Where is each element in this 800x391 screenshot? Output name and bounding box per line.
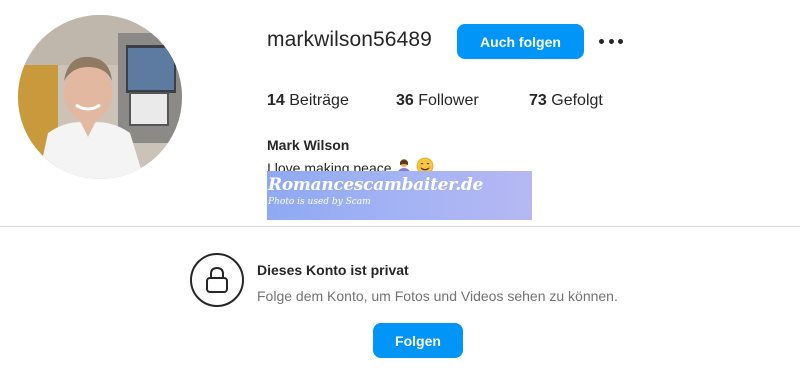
lock-icon xyxy=(190,253,244,307)
follow-button[interactable]: Folgen xyxy=(373,323,463,358)
more-options-icon[interactable] xyxy=(597,30,625,52)
dot-icon xyxy=(618,38,623,44)
private-account-title: Dieses Konto ist privat xyxy=(257,262,409,278)
following-label: Gefolgt xyxy=(551,92,603,109)
stat-posts: 14 Beiträge xyxy=(267,92,349,110)
profile-full-name: Mark Wilson xyxy=(267,137,350,153)
following-count: 73 xyxy=(529,92,547,109)
profile-username: markwilson56489 xyxy=(267,28,432,51)
dot-icon xyxy=(608,38,614,44)
follow-also-button[interactable]: Auch folgen xyxy=(457,24,584,59)
profile-avatar[interactable] xyxy=(18,15,182,179)
followers-label: Follower xyxy=(418,92,479,109)
stat-following[interactable]: 73 Gefolgt xyxy=(529,92,603,110)
profile-photo xyxy=(18,15,182,179)
stat-followers[interactable]: 36 Follower xyxy=(396,92,479,110)
posts-label: Beiträge xyxy=(289,92,349,109)
private-account-subtitle: Folge dem Konto, um Fotos und Videos seh… xyxy=(257,288,618,304)
dot-icon xyxy=(599,38,604,44)
posts-count: 14 xyxy=(267,92,285,109)
watermark-banner: Romancescambaiter.de Photo is used by Sc… xyxy=(267,171,532,220)
section-divider xyxy=(0,226,800,227)
watermark-site: Romancescambaiter.de xyxy=(268,175,483,195)
watermark-note: Photo is used by Scam xyxy=(268,197,371,207)
followers-count: 36 xyxy=(396,92,414,109)
